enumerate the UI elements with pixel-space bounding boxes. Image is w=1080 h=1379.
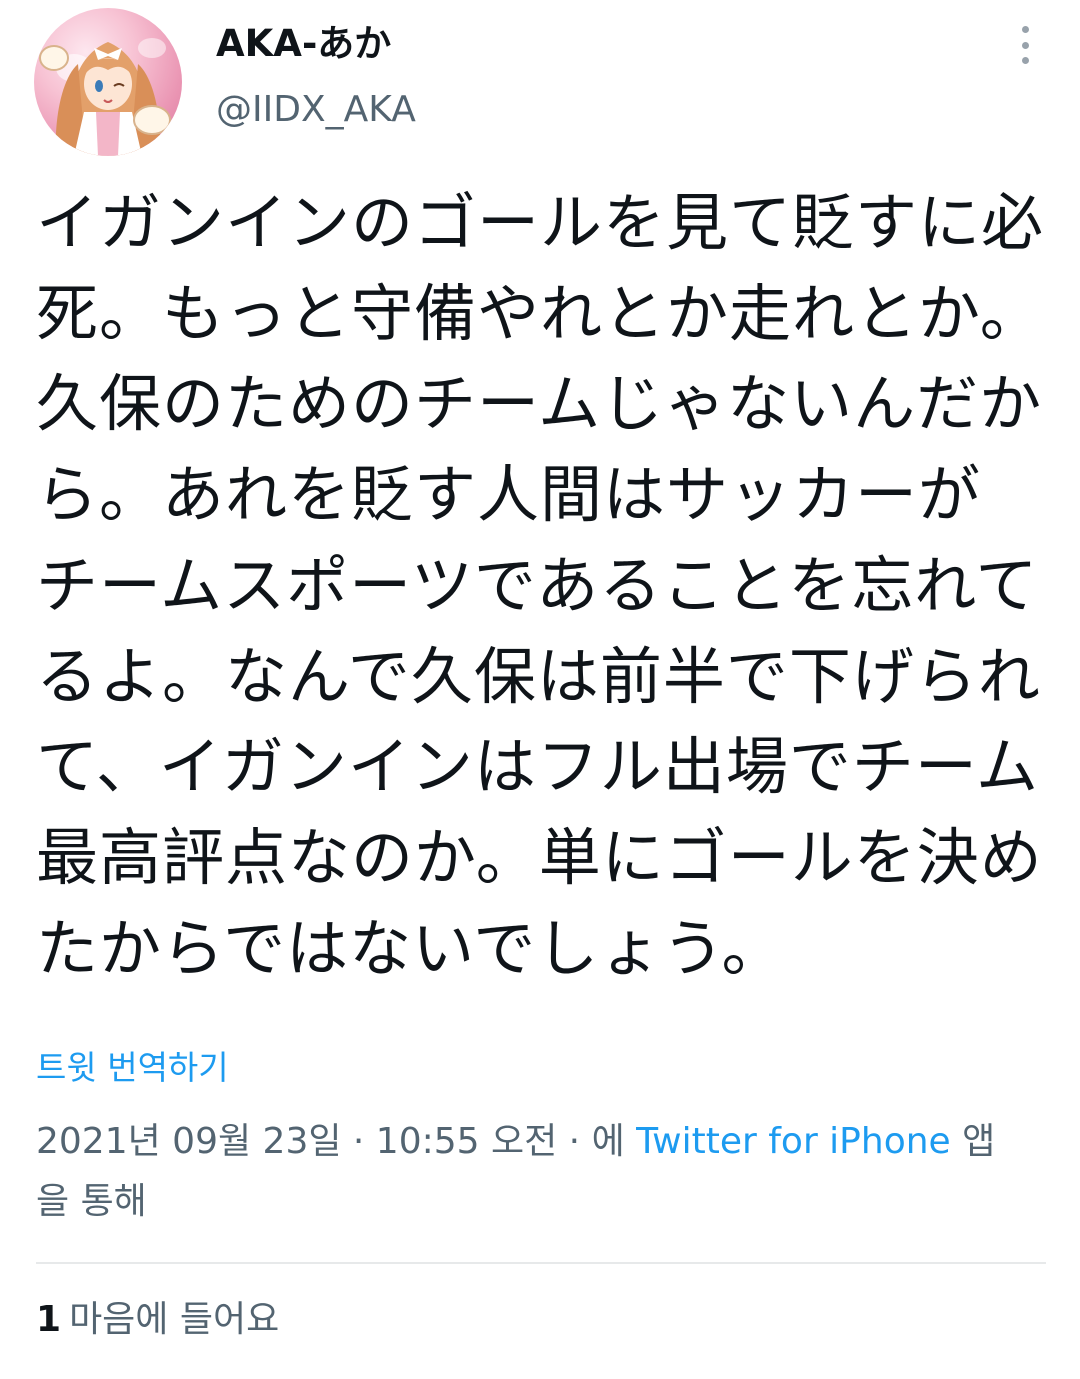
tweet-text-line: 最高評点なのか。単にゴールを決め (36, 820, 1043, 894)
tweet-text-line: ら。あれを貶す人間はサッカーが (36, 458, 982, 532)
meta-suffix: 앱 (950, 1121, 996, 1162)
user-handle[interactable]: @IIDX_AKA (216, 88, 416, 132)
tweet-text-line: て、イガンインはフル出場でチーム (36, 730, 1040, 804)
tweet-text: イガンインのゴールを見て貶すに必 死。もっと守備やれとか走れとか。 久保のための… (36, 178, 1046, 994)
translate-tweet-link[interactable]: 트윗 번역하기 (36, 1046, 229, 1090)
tweet-datetime[interactable]: 2021년 09월 23일 · 10:55 오전 · 에 (36, 1121, 636, 1162)
tweet-text-line: たからではないでしょう。 (36, 911, 785, 985)
likes-label: 마음에 들어요 (69, 1299, 280, 1340)
tweet-text-line: 死。もっと守備やれとか走れとか。 (36, 276, 1043, 350)
source-app-link[interactable]: Twitter for iPhone (636, 1121, 951, 1162)
tweet-text-line: イガンインのゴールを見て貶すに必 (36, 186, 1045, 259)
display-name[interactable]: AKA-あか (216, 22, 391, 66)
meta-line-1: 2021년 09월 23일 · 10:55 오전 · 에 Twitter for… (36, 1112, 1046, 1172)
tweet-text-line: チームスポーツであることを忘れて (36, 548, 1039, 622)
likes-count: 1 (36, 1299, 62, 1340)
tweet-text-line: 久保のためのチームじゃないんだか (36, 367, 1043, 441)
meta-line-2: 을 통해 (36, 1181, 147, 1222)
tweet-text-line: るよ。なんで久保は前半で下げられ (36, 639, 1041, 713)
likes-stat[interactable]: 1 마음에 들어요 (36, 1298, 279, 1342)
more-vertical-icon[interactable] (1008, 22, 1042, 68)
more-dot (1021, 26, 1029, 33)
more-dot (1021, 57, 1029, 64)
more-dot (1021, 41, 1029, 49)
tweet-meta: 2021년 09월 23일 · 10:55 오전 · 에 Twitter for… (36, 1112, 1046, 1232)
divider (36, 1262, 1046, 1264)
anime-character-avatar-icon (39, 38, 171, 156)
avatar[interactable] (34, 8, 182, 156)
